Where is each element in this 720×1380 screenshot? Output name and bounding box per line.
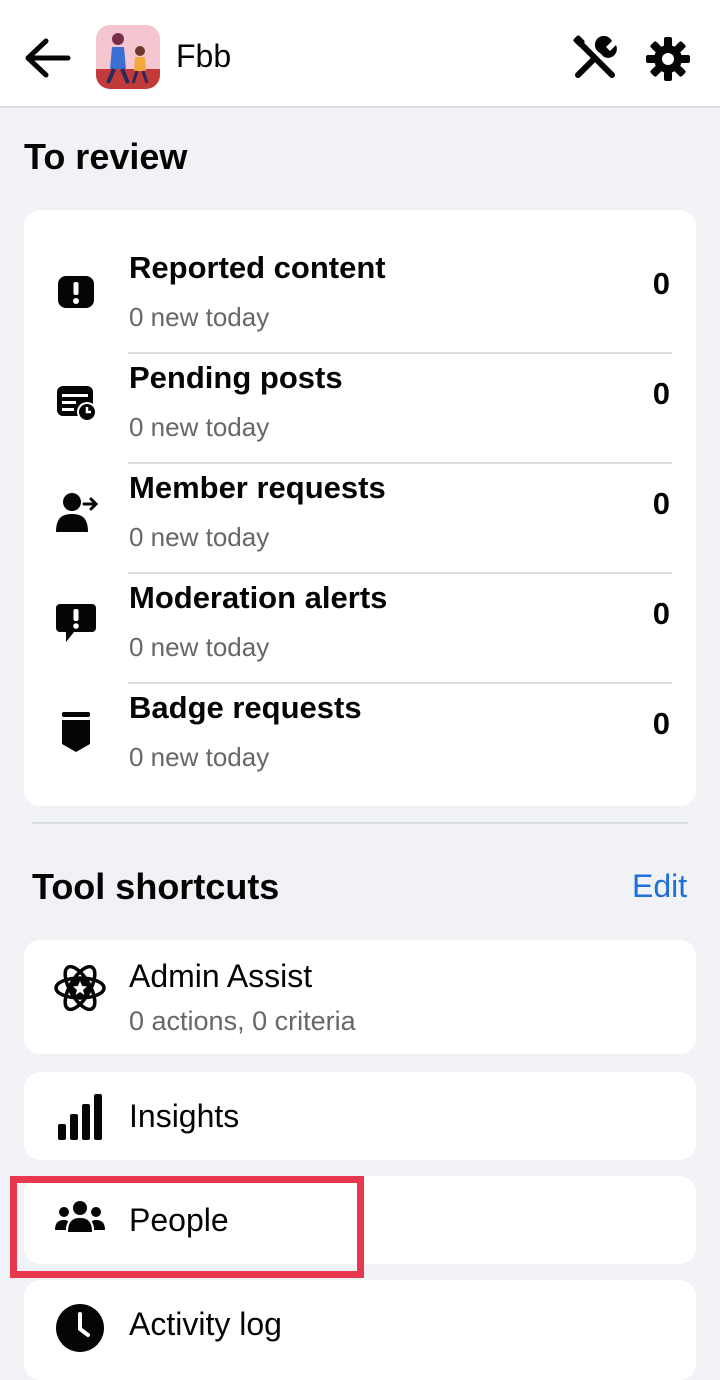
review-item-count: 0 (652, 266, 670, 301)
review-item-count: 0 (652, 596, 670, 631)
review-item-badge-requests[interactable]: Badge requests 0 new today 0 (24, 684, 696, 794)
review-item-label: Member requests (129, 470, 386, 505)
tool-label: Activity log (129, 1306, 282, 1342)
review-item-member-requests[interactable]: Member requests 0 new today 0 (24, 464, 696, 574)
group-name: Fbb (176, 38, 232, 74)
tool-label: Insights (129, 1098, 240, 1134)
back-arrow-icon[interactable] (22, 34, 72, 82)
section-divider (32, 822, 688, 824)
review-item-label: Moderation alerts (129, 580, 388, 615)
review-item-moderation-alerts[interactable]: Moderation alerts 0 new today 0 (24, 574, 696, 684)
clock-icon (56, 1304, 104, 1352)
review-item-count: 0 (652, 486, 670, 521)
to-review-heading: To review (24, 136, 188, 177)
edit-shortcuts-link[interactable]: Edit (632, 868, 687, 905)
top-bar: Fbb (0, 0, 720, 108)
to-review-card: Reported content 0 new today 0 Pending p… (24, 210, 696, 806)
review-item-subtitle: 0 new today (129, 632, 270, 662)
settings-gear-icon[interactable] (644, 35, 692, 83)
review-item-label: Badge requests (129, 690, 362, 725)
review-item-count: 0 (652, 376, 670, 411)
review-item-subtitle: 0 new today (129, 302, 270, 332)
tool-admin-assist[interactable]: Admin Assist 0 actions, 0 criteria (24, 940, 696, 1054)
review-item-count: 0 (652, 706, 670, 741)
admin-assist-icon (54, 964, 106, 1012)
tool-shortcuts-heading: Tool shortcuts (32, 866, 280, 907)
tool-subtitle: 0 actions, 0 criteria (129, 1006, 356, 1036)
review-item-label: Reported content (129, 250, 386, 285)
member-request-icon (56, 493, 98, 532)
tool-insights[interactable]: Insights (24, 1072, 696, 1160)
admin-tools-icon[interactable] (572, 35, 620, 81)
group-avatar[interactable] (96, 25, 160, 89)
review-item-pending-posts[interactable]: Pending posts 0 new today 0 (24, 354, 696, 464)
tool-activity-log[interactable]: Activity log (24, 1280, 696, 1380)
highlight-box (10, 1176, 364, 1278)
tool-label: Admin Assist (129, 958, 313, 994)
insights-icon (58, 1094, 102, 1140)
review-item-label: Pending posts (129, 360, 343, 395)
pending-posts-icon (57, 386, 97, 422)
review-item-subtitle: 0 new today (129, 412, 270, 442)
alert-bubble-icon (56, 604, 96, 642)
badge-icon (62, 712, 90, 752)
review-item-subtitle: 0 new today (129, 522, 270, 552)
review-item-subtitle: 0 new today (129, 742, 270, 772)
exclamation-icon (58, 276, 94, 308)
review-item-reported-content[interactable]: Reported content 0 new today 0 (24, 244, 696, 354)
